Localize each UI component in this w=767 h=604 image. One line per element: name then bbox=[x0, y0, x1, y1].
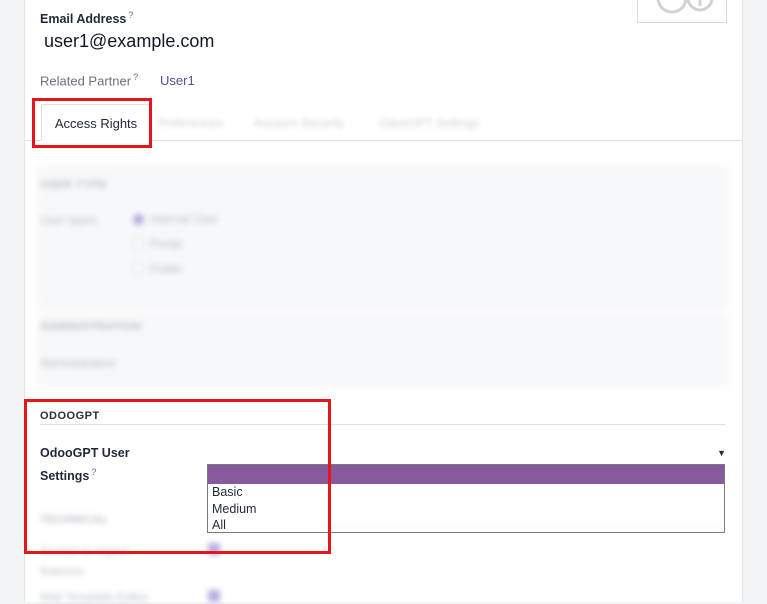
chevron-down-icon[interactable]: ▼ bbox=[717, 448, 726, 458]
tab-access-rights[interactable]: Access Rights bbox=[41, 104, 151, 141]
export-features-checkbox[interactable] bbox=[208, 543, 220, 555]
odoogpt-section-title: ODOOGPT bbox=[40, 410, 100, 422]
dropdown-option-basic[interactable]: Basic bbox=[208, 484, 724, 501]
option-public: Public bbox=[150, 262, 183, 276]
related-partner-label: Related Partner? bbox=[40, 72, 139, 89]
administration-label: Administration bbox=[40, 356, 117, 370]
email-field[interactable]: user1@example.com bbox=[44, 31, 214, 52]
technical-divider bbox=[325, 527, 725, 528]
odoogpt-divider bbox=[40, 424, 726, 425]
email-label: Email Address? bbox=[40, 10, 134, 27]
option-internal-user: Internal User bbox=[150, 212, 219, 226]
export-features-label: Access to export features bbox=[40, 544, 129, 578]
radio-public[interactable] bbox=[133, 263, 144, 274]
administration-section-title: ADMINISTRATION bbox=[40, 321, 142, 333]
odoogpt-user-settings-select[interactable]: ▼ bbox=[206, 444, 726, 462]
odoogpt-user-settings-label: OdooGPT User Settings? bbox=[40, 446, 130, 484]
radio-internal-user[interactable] bbox=[133, 214, 144, 225]
mail-template-editor-checkbox[interactable] bbox=[208, 590, 220, 602]
dropdown-option-empty[interactable] bbox=[208, 465, 724, 484]
user-types-label: User types bbox=[40, 213, 98, 227]
odoogpt-settings-dropdown[interactable]: Basic Medium All bbox=[207, 464, 725, 533]
odoogpt-help-icon[interactable]: ? bbox=[91, 467, 96, 477]
avatar-placeholder-icon bbox=[656, 0, 714, 14]
related-partner-link[interactable]: User1 bbox=[160, 73, 195, 88]
related-partner-help-icon[interactable]: ? bbox=[133, 72, 138, 82]
form-sheet: Email Address? user1@example.com Related… bbox=[24, 0, 743, 604]
technical-section-title: TECHNICAL bbox=[40, 514, 109, 526]
radio-portal[interactable] bbox=[133, 238, 144, 249]
dropdown-option-medium[interactable]: Medium bbox=[208, 501, 724, 518]
avatar[interactable] bbox=[637, 0, 727, 23]
user-type-section-title: USER TYPE bbox=[40, 179, 107, 191]
user-type-panel bbox=[37, 165, 729, 310]
tab-account-security[interactable]: Account Security bbox=[254, 116, 344, 130]
tab-odoogpt-settings[interactable]: OdooGPT Settings bbox=[379, 116, 480, 130]
email-help-icon[interactable]: ? bbox=[128, 10, 133, 20]
tab-preferences[interactable]: Preferences bbox=[158, 116, 223, 130]
dropdown-option-all[interactable]: All bbox=[208, 517, 724, 534]
option-portal: Portal bbox=[150, 237, 182, 251]
